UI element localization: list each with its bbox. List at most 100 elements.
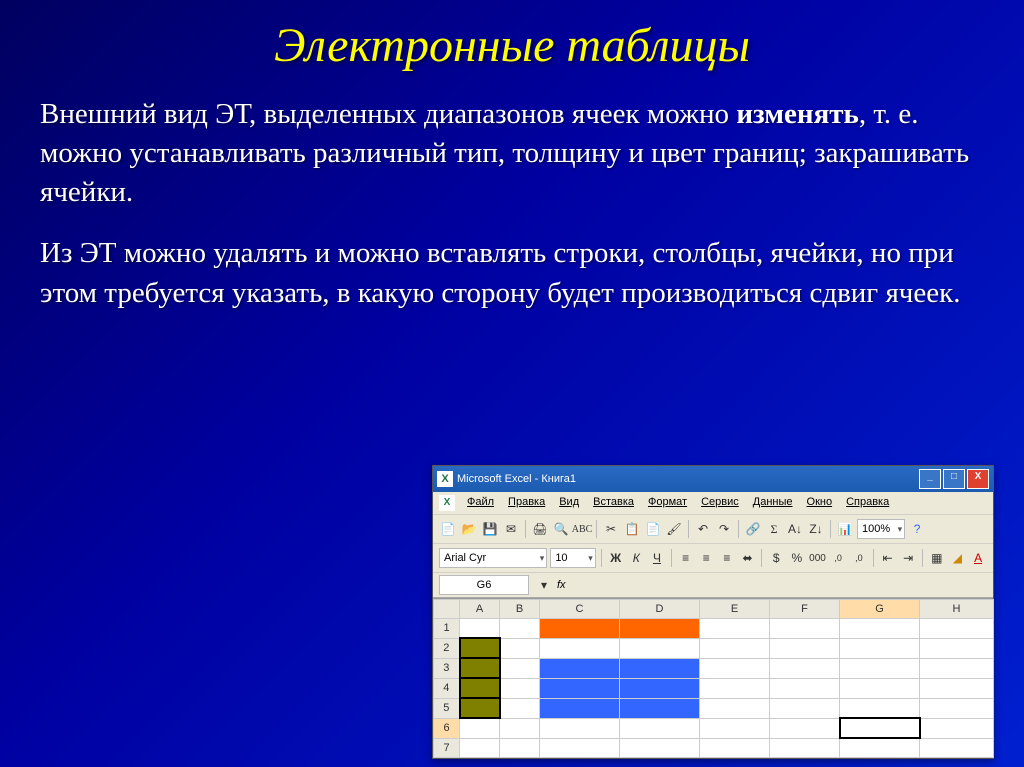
- cell[interactable]: [770, 718, 840, 738]
- cell[interactable]: [840, 638, 920, 658]
- font-color-icon[interactable]: A: [969, 549, 987, 567]
- cell[interactable]: [540, 619, 620, 639]
- cell[interactable]: [620, 718, 700, 738]
- cell[interactable]: [620, 619, 700, 639]
- menu-window[interactable]: Окно: [801, 495, 839, 511]
- cell[interactable]: [920, 718, 994, 738]
- merge-icon[interactable]: ⬌: [739, 549, 757, 567]
- cell[interactable]: [840, 658, 920, 678]
- cell[interactable]: [920, 738, 994, 758]
- align-center-icon[interactable]: ≡: [697, 549, 715, 567]
- close-button[interactable]: X: [967, 469, 989, 489]
- minimize-button[interactable]: _: [919, 469, 941, 489]
- cell[interactable]: [920, 619, 994, 639]
- comma-icon[interactable]: 000: [809, 549, 827, 567]
- currency-icon[interactable]: $: [767, 549, 785, 567]
- cell[interactable]: [770, 698, 840, 718]
- cell[interactable]: [770, 678, 840, 698]
- cell[interactable]: [620, 738, 700, 758]
- cell[interactable]: [700, 718, 770, 738]
- new-icon[interactable]: 📄: [439, 520, 457, 538]
- italic-icon[interactable]: К: [627, 549, 645, 567]
- cell[interactable]: [500, 738, 540, 758]
- underline-icon[interactable]: Ч: [648, 549, 666, 567]
- inc-decimal-icon[interactable]: ,0: [829, 549, 847, 567]
- cell[interactable]: [840, 738, 920, 758]
- cell[interactable]: [460, 619, 500, 639]
- cell[interactable]: [540, 738, 620, 758]
- cell[interactable]: [920, 678, 994, 698]
- bold-icon[interactable]: Ж: [607, 549, 625, 567]
- cell[interactable]: [500, 718, 540, 738]
- borders-icon[interactable]: ▦: [928, 549, 946, 567]
- sort-asc-icon[interactable]: A↓: [786, 520, 804, 538]
- cell[interactable]: [500, 638, 540, 658]
- print-icon[interactable]: 🖨: [531, 520, 549, 538]
- menu-help[interactable]: Справка: [840, 495, 895, 511]
- cut-icon[interactable]: ✂: [602, 520, 620, 538]
- cell[interactable]: [700, 738, 770, 758]
- cell[interactable]: [460, 638, 500, 658]
- col-header-E[interactable]: E: [700, 600, 770, 619]
- sum-icon[interactable]: Σ: [765, 520, 783, 538]
- fx-icon[interactable]: fx: [557, 579, 566, 591]
- cell[interactable]: [460, 678, 500, 698]
- cell[interactable]: [840, 698, 920, 718]
- redo-icon[interactable]: ↷: [715, 520, 733, 538]
- col-header-C[interactable]: C: [540, 600, 620, 619]
- menu-tools[interactable]: Сервис: [695, 495, 745, 511]
- cell[interactable]: [500, 619, 540, 639]
- cell[interactable]: [460, 718, 500, 738]
- cell[interactable]: [500, 678, 540, 698]
- inc-indent-icon[interactable]: ⇥: [899, 549, 917, 567]
- col-header-B[interactable]: B: [500, 600, 540, 619]
- chart-icon[interactable]: 📊: [836, 520, 854, 538]
- help-icon[interactable]: ?: [908, 520, 926, 538]
- undo-icon[interactable]: ↶: [694, 520, 712, 538]
- worksheet-grid[interactable]: A B C D E F G H 1 2 3: [433, 598, 993, 758]
- cell[interactable]: [700, 619, 770, 639]
- row-header-5[interactable]: 5: [434, 698, 460, 718]
- menu-view[interactable]: Вид: [553, 495, 585, 511]
- cell[interactable]: [620, 638, 700, 658]
- cell[interactable]: [540, 678, 620, 698]
- mail-icon[interactable]: ✉: [502, 520, 520, 538]
- spellcheck-icon[interactable]: ABC: [573, 520, 591, 538]
- cell[interactable]: [770, 738, 840, 758]
- cell[interactable]: [840, 619, 920, 639]
- align-left-icon[interactable]: ≡: [677, 549, 695, 567]
- row-header-4[interactable]: 4: [434, 678, 460, 698]
- maximize-button[interactable]: □: [943, 469, 965, 489]
- cell[interactable]: [770, 638, 840, 658]
- menu-format[interactable]: Формат: [642, 495, 693, 511]
- cell[interactable]: [460, 698, 500, 718]
- dec-indent-icon[interactable]: ⇤: [879, 549, 897, 567]
- cell[interactable]: [540, 658, 620, 678]
- cell[interactable]: [920, 698, 994, 718]
- cell[interactable]: [540, 718, 620, 738]
- cell[interactable]: [500, 698, 540, 718]
- format-painter-icon[interactable]: 🖌: [665, 520, 683, 538]
- cell[interactable]: [460, 658, 500, 678]
- cell[interactable]: [700, 638, 770, 658]
- cell[interactable]: [620, 698, 700, 718]
- cell[interactable]: [460, 738, 500, 758]
- align-right-icon[interactable]: ≡: [718, 549, 736, 567]
- row-header-7[interactable]: 7: [434, 738, 460, 758]
- row-header-3[interactable]: 3: [434, 658, 460, 678]
- row-header-6[interactable]: 6: [434, 718, 460, 738]
- save-icon[interactable]: 💾: [481, 520, 499, 538]
- col-header-D[interactable]: D: [620, 600, 700, 619]
- col-header-G[interactable]: G: [840, 600, 920, 619]
- cell[interactable]: [540, 698, 620, 718]
- cell[interactable]: [770, 658, 840, 678]
- paste-icon[interactable]: 📄: [644, 520, 662, 538]
- menu-data[interactable]: Данные: [747, 495, 799, 511]
- menu-file[interactable]: Файл: [461, 495, 500, 511]
- font-dropdown[interactable]: Arial Cyr: [439, 548, 547, 568]
- dec-decimal-icon[interactable]: ,0: [850, 549, 868, 567]
- cell[interactable]: [920, 638, 994, 658]
- fontsize-dropdown[interactable]: 10: [550, 548, 596, 568]
- row-header-2[interactable]: 2: [434, 638, 460, 658]
- link-icon[interactable]: 🔗: [744, 520, 762, 538]
